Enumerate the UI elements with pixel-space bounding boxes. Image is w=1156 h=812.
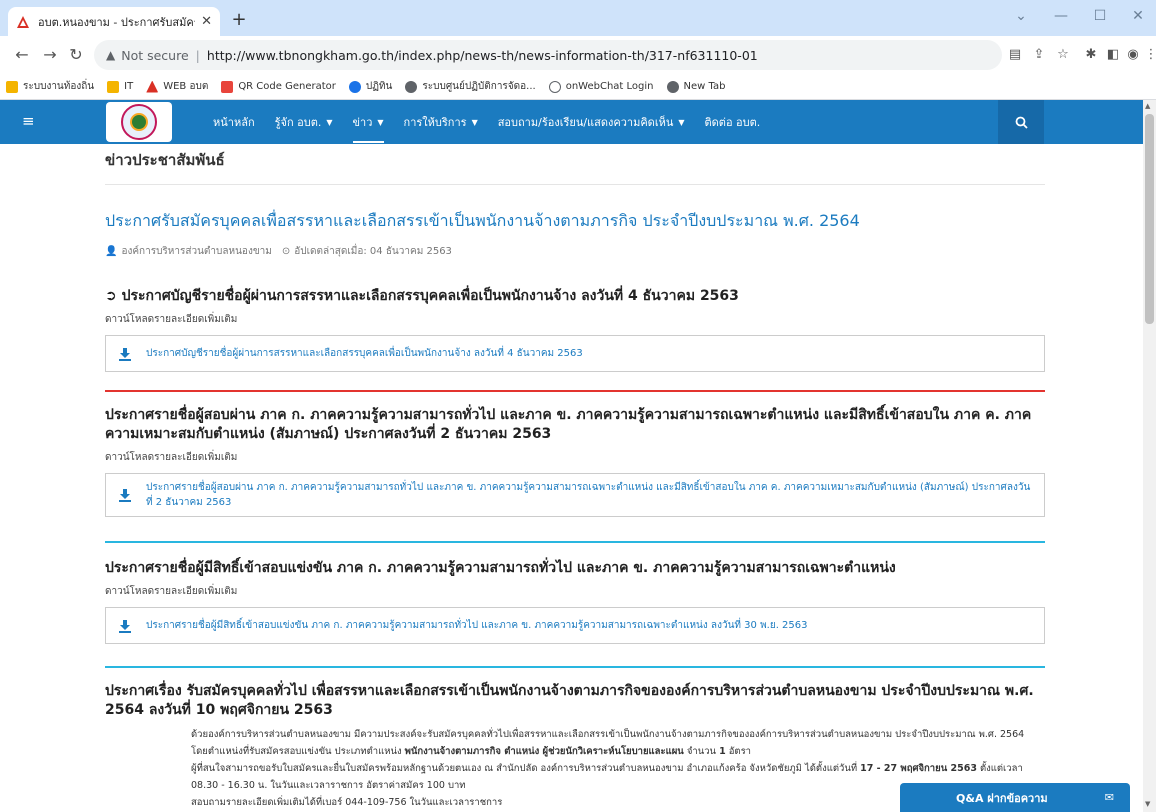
announcement-section: ➲ ประกาศบัญชีรายชื่อผู้ผ่านการสรรหาและเล… — [105, 287, 1045, 372]
download-icon — [119, 489, 131, 502]
scroll-thumb[interactable] — [1145, 114, 1154, 324]
user-icon: 👤 — [105, 246, 118, 257]
caret-down-icon: ▼ — [678, 117, 685, 127]
bookmarks-bar: ระบบงานท้องถิ่น IT WEB อบต QR Code Gener… — [0, 74, 1156, 100]
nav-services[interactable]: การให้บริการ ▼ — [404, 100, 478, 144]
calendar-icon — [348, 80, 361, 93]
forward-icon[interactable]: → — [40, 45, 60, 64]
search-icon — [1015, 116, 1028, 129]
bookmark-item[interactable]: WEB อบต — [146, 79, 208, 94]
site-favicon-icon — [17, 15, 29, 28]
globe-icon — [405, 80, 418, 93]
qa-message-button[interactable]: Q&A ฝากข้อความ ✉ — [900, 783, 1130, 812]
close-tab-icon[interactable]: ✕ — [201, 14, 212, 29]
page-heading: ข่าวประชาสัมพันธ์ — [105, 144, 1045, 185]
address-bar[interactable]: ▲ Not secure | http://www.tbnongkham.go.… — [94, 40, 1002, 70]
article-meta: 👤 องค์การบริหารส่วนตำบลหนองขาม ⊙ อัปเดตล… — [105, 244, 1045, 259]
not-secure-label: Not secure — [121, 47, 189, 63]
download-link[interactable]: ประกาศบัญชีรายชื่อผู้ผ่านการสรรหาและเลือ… — [105, 335, 1045, 372]
maximize-icon[interactable]: ☐ — [1090, 8, 1110, 24]
profile-avatar-icon[interactable]: ◉ — [1124, 47, 1142, 62]
bookmark-item[interactable]: ระบบศูนย์ปฏิบัติการจัดอ... — [405, 79, 536, 94]
tab-title: อบต.หนองขาม - ประกาศรับสมัครบุคคลเพื่อสร… — [38, 15, 196, 29]
page-scrollbar[interactable]: ▲ ▼ — [1143, 100, 1156, 812]
bookmark-item[interactable]: New Tab — [666, 80, 725, 93]
download-link[interactable]: ประกาศรายชื่อผู้สอบผ่าน ภาค ก. ภาคความรู… — [105, 473, 1045, 517]
browser-tab[interactable]: อบต.หนองขาม - ประกาศรับสมัครบุคคลเพื่อสร… — [8, 7, 220, 36]
scroll-down-icon[interactable]: ▼ — [1145, 800, 1150, 808]
url-text: http://www.tbnongkham.go.th/index.php/ne… — [206, 47, 758, 63]
new-tab-button[interactable]: + — [228, 9, 250, 30]
back-icon[interactable]: ← — [12, 45, 32, 64]
browser-toolbar: ← → ↻ ▲ Not secure | http://www.tbnongkh… — [0, 36, 1156, 74]
side-panel-icon[interactable]: ◧ — [1104, 47, 1122, 62]
folder-icon — [107, 80, 120, 93]
nav-about[interactable]: รู้จัก อบต. ▼ — [275, 100, 333, 144]
section-divider — [105, 390, 1045, 392]
bookmark-item[interactable]: ปฏิทิน — [348, 79, 392, 94]
folder-icon — [6, 80, 18, 93]
menu-dots-icon[interactable]: ⋮ — [1142, 47, 1156, 62]
seal-icon — [121, 104, 157, 140]
body-paragraph: ด้วยองค์การบริหารส่วนตำบลหนองขาม มีความป… — [191, 729, 1025, 740]
envelope-icon: ✉ — [1104, 791, 1114, 804]
section-title: ประกาศเรื่อง รับสมัครบุคคลทั่วไป เพื่อสร… — [105, 683, 1034, 718]
updated-date: อัปเดตล่าสุดเมื่อ: 04 ธันวาคม 2563 — [294, 246, 452, 257]
site-navbar: ≡ หน้าหลัก รู้จัก อบต. ▼ ข่าว ▼ การให้บริก… — [0, 100, 1143, 144]
author: องค์การบริหารส่วนตำบลหนองขาม — [121, 246, 272, 257]
download-label: ดาวน์โหลดรายละเอียดเพิ่มเติม — [105, 586, 238, 597]
section-title: ประกาศรายชื่อผู้สอบผ่าน ภาค ก. ภาคความรู… — [105, 407, 1032, 442]
extensions-icon[interactable]: ✱ — [1082, 47, 1100, 62]
download-icon — [119, 619, 131, 633]
download-icon — [119, 347, 131, 361]
scroll-up-icon[interactable]: ▲ — [1145, 102, 1150, 110]
announcement-section: ประกาศรายชื่อผู้มีสิทธิ์เข้าสอบแข่งขัน ภ… — [105, 559, 1045, 644]
section-title: ประกาศรายชื่อผู้มีสิทธิ์เข้าสอบแข่งขัน ภ… — [105, 560, 896, 576]
separator: | — [195, 47, 200, 63]
reload-icon[interactable]: ↻ — [66, 45, 86, 64]
nav-home[interactable]: หน้าหลัก — [213, 100, 255, 144]
clock-icon: ⊙ — [281, 246, 291, 257]
share-icon[interactable]: ⇪ — [1030, 47, 1048, 62]
caret-down-icon: ▼ — [377, 117, 384, 127]
section-divider — [105, 666, 1045, 668]
nav-feedback[interactable]: สอบถาม/ร้องเรียน/แสดงความคิดเห็น ▼ — [498, 100, 685, 144]
bookmark-item[interactable]: onWebChat Login — [548, 80, 654, 93]
site-favicon-icon — [146, 80, 159, 93]
chevron-down-icon[interactable]: ⌄ — [1011, 8, 1031, 24]
body-paragraph: โดยตำแหน่งที่รับสมัครสอบแข่งขัน ประเภทตำ… — [191, 746, 752, 757]
download-link[interactable]: ประกาศรายชื่อผู้มีสิทธิ์เข้าสอบแข่งขัน ภ… — [105, 607, 1045, 644]
close-window-icon[interactable]: ✕ — [1128, 8, 1148, 24]
section-title: ➲ ประกาศบัญชีรายชื่อผู้ผ่านการสรรหาและเล… — [105, 288, 739, 304]
circle-arrow-right-icon: ➲ — [105, 288, 117, 304]
nav-contact[interactable]: ติดต่อ อบต. — [705, 100, 761, 144]
download-label: ดาวน์โหลดรายละเอียดเพิ่มเติม — [105, 452, 238, 463]
qa-label: Q&A ฝากข้อความ — [956, 791, 1048, 805]
search-button[interactable] — [998, 100, 1044, 144]
bookmark-item[interactable]: IT — [107, 80, 133, 93]
warning-icon[interactable]: ▲ — [106, 48, 115, 62]
bookmark-item[interactable]: QR Code Generator — [221, 80, 336, 93]
article-title[interactable]: ประกาศรับสมัครบุคคลเพื่อสรรหาและเลือกสรร… — [105, 209, 1045, 234]
globe-icon — [666, 80, 679, 93]
download-label: ดาวน์โหลดรายละเอียดเพิ่มเติม — [105, 314, 238, 325]
main-content: ข่าวประชาสัมพันธ์ ประกาศรับสมัครบุคคลเพื… — [105, 144, 1045, 811]
caret-down-icon: ▼ — [326, 117, 333, 127]
hamburger-menu-icon[interactable]: ≡ — [22, 112, 35, 130]
nav-news[interactable]: ข่าว ▼ — [352, 100, 384, 144]
announcement-section: ประกาศรายชื่อผู้สอบผ่าน ภาค ก. ภาคความรู… — [105, 406, 1045, 517]
bookmark-star-icon[interactable]: ☆ — [1054, 47, 1072, 62]
qr-code-icon — [221, 80, 234, 93]
main-menu: หน้าหลัก รู้จัก อบต. ▼ ข่าว ▼ การให้บริการ… — [213, 100, 780, 144]
bookmark-item[interactable]: ระบบงานท้องถิ่น — [6, 79, 94, 94]
chat-icon — [548, 80, 561, 93]
translate-icon[interactable]: ▤ — [1006, 47, 1024, 62]
browser-tab-strip: อบต.หนองขาม - ประกาศรับสมัครบุคคลเพื่อสร… — [0, 0, 1156, 36]
section-divider — [105, 541, 1045, 543]
minimize-icon[interactable]: — — [1051, 8, 1071, 24]
caret-down-icon: ▼ — [471, 117, 478, 127]
site-logo[interactable] — [106, 102, 172, 142]
